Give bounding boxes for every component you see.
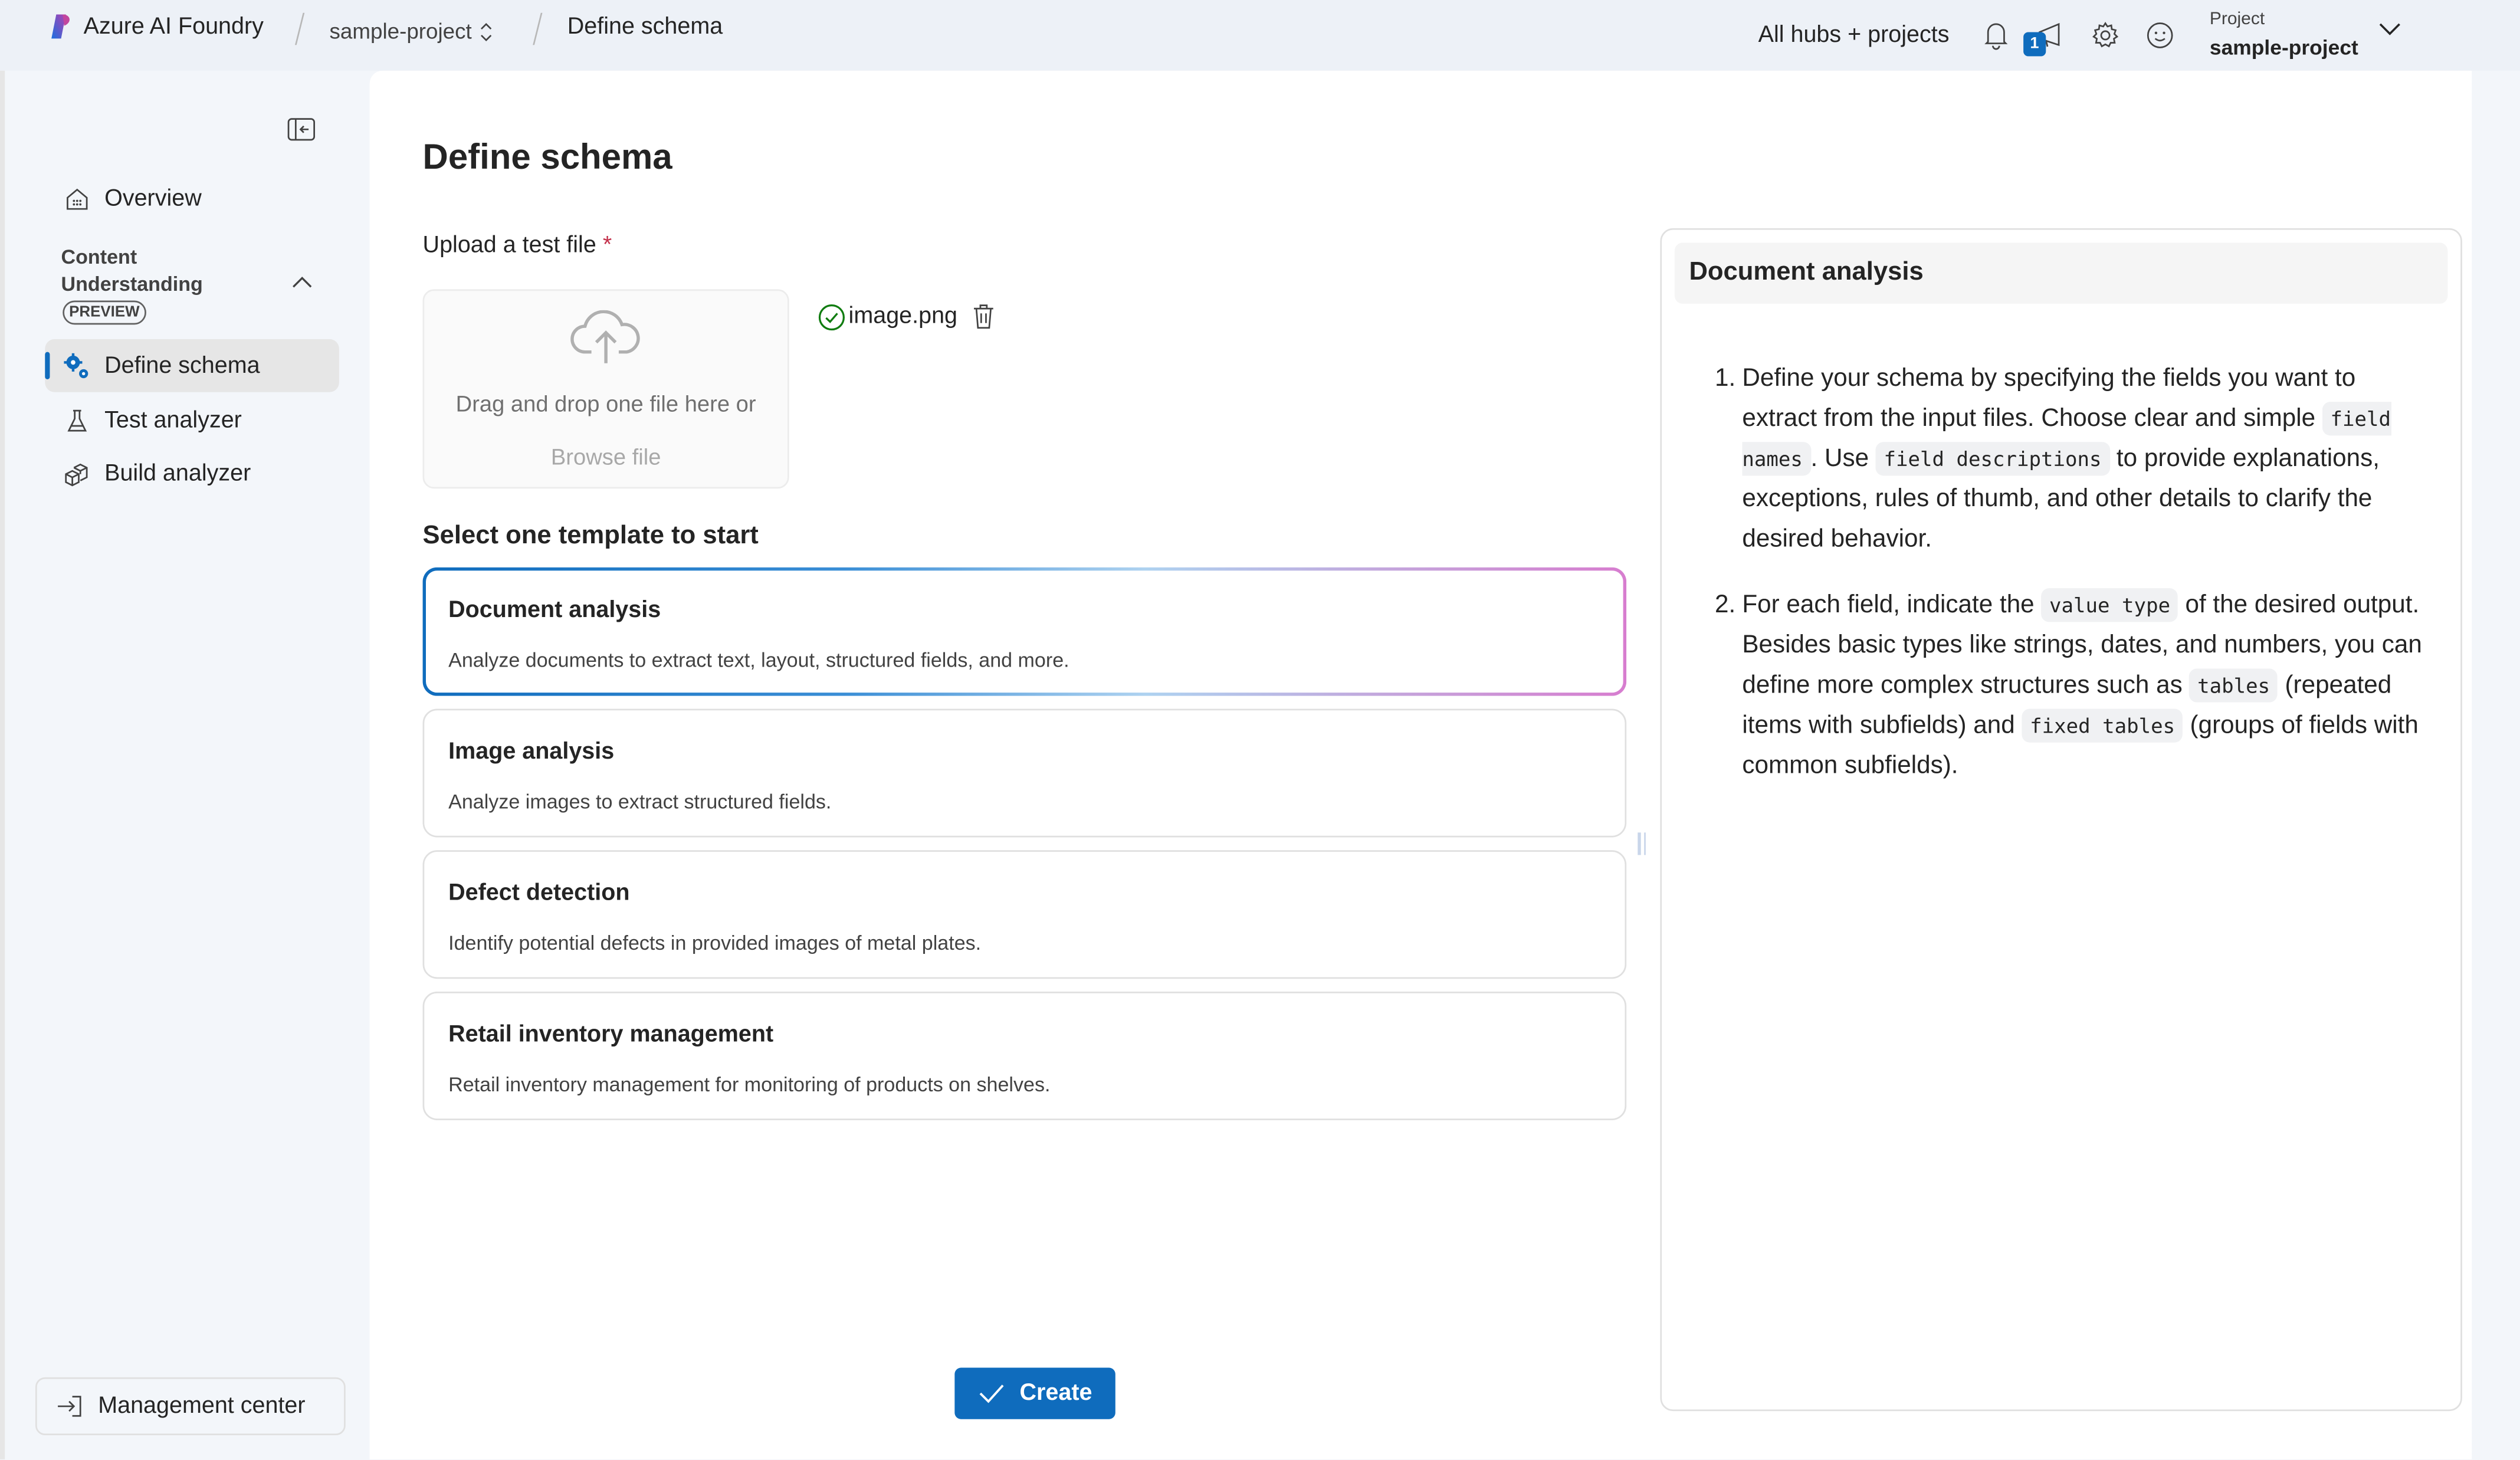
panel-resize-handle[interactable] [1638,832,1647,855]
sidebar-item-label: Define schema [104,353,260,379]
step-number: 2. [1715,591,1736,619]
inline-code: fixed tables [2022,708,2183,743]
uploaded-file-name: image.png [848,303,958,330]
all-hubs-projects-link[interactable]: All hubs + projects [1758,22,1950,48]
help-panel: Document analysis 1. Define your schema b… [1660,228,2462,1412]
sidebar-item-label: Overview [104,185,202,212]
check-circle-icon [818,303,845,330]
page-title: Define schema [422,136,672,177]
feedback-button[interactable] [2142,18,2177,53]
sign-in-arrow-icon [58,1396,81,1417]
upload-label-text: Upload a test file [422,233,596,259]
uploaded-file: image.png [818,302,996,331]
template-card-defect-detection[interactable]: Defect detection Identify potential defe… [422,850,1627,979]
home-grid-icon [67,188,88,209]
sidebar: Overview Content Understanding PREVIEW D… [0,70,367,1459]
up-down-chevron-icon [480,22,491,41]
inline-code: field descriptions [1875,442,2110,476]
main-content: Define schema Upload a test file * Drag … [369,70,2472,1459]
gears-icon [64,352,88,378]
smiley-icon [2147,22,2173,48]
template-description: Analyze images to extract structured fie… [448,790,832,813]
inline-code: value type [2041,588,2178,622]
template-title: Defect detection [448,881,630,907]
help-steps: 1. Define your schema by specifying the f… [1715,359,2433,812]
create-button-label: Create [1019,1380,1092,1406]
project-selector[interactable]: Project sample-project [2210,10,2358,61]
notification-badge: 1 [2023,32,2046,57]
checkmark-icon [980,1384,1005,1403]
step-text: . Use [1810,445,1876,473]
template-title: Image analysis [448,739,615,765]
breadcrumb-project[interactable]: sample-project [330,19,493,44]
help-panel-title: Document analysis [1689,258,1924,286]
upload-label: Upload a test file * [423,233,612,259]
breadcrumb-project-label: sample-project [329,19,472,44]
gear-icon [2092,22,2118,48]
template-description: Identify potential defects in provided i… [448,932,982,955]
azure-ai-foundry-logo-icon [51,14,70,39]
template-title: Retail inventory management [448,1022,774,1048]
bell-icon [1984,23,2008,50]
file-dropzone[interactable]: Drag and drop one file here or Browse fi… [422,289,789,489]
sidebar-item-label: Test analyzer [104,407,242,434]
project-selector-value: sample-project [2209,35,2358,60]
app-window: Azure AI Foundry sample-project Define s… [0,0,2520,1459]
help-panel-header: Document analysis [1674,242,2448,304]
browse-file-link[interactable]: Browse file [424,444,788,470]
template-card-document-analysis[interactable]: Document analysis Analyze documents to e… [423,567,1627,696]
chevron-down-icon[interactable] [2378,21,2404,37]
management-center-button[interactable]: Management center [35,1377,346,1435]
management-center-label: Management center [98,1393,306,1419]
top-right-actions: All hubs + projects 1 Project sample-pro… [1758,0,2404,71]
notifications-button[interactable] [1978,18,2014,53]
template-card-retail-inventory[interactable]: Retail inventory management Retail inven… [422,992,1627,1120]
announcements-button[interactable]: 1 [2023,18,2068,57]
help-step: 2. For each field, indicate the value typ… [1715,585,2433,786]
step-text: For each field, indicate the [1742,591,2042,619]
settings-button[interactable] [2088,18,2123,53]
brand-name: Azure AI Foundry [83,14,264,41]
top-bar: Azure AI Foundry sample-project Define s… [0,0,2520,71]
preview-badge: PREVIEW [63,300,146,325]
inline-code: tables [2189,668,2278,703]
breadcrumb-separator [294,12,305,45]
sidebar-item-test-analyzer[interactable]: Test analyzer [45,394,339,447]
template-description: Analyze documents to extract text, layou… [448,649,1069,672]
sidebar-item-define-schema[interactable]: Define schema [45,339,339,392]
create-button[interactable]: Create [954,1367,1115,1419]
required-mark: * [602,233,612,259]
template-description: Retail inventory management for monitori… [448,1073,1051,1097]
trash-icon [973,304,993,329]
template-title: Document analysis [448,598,661,624]
chevron-up-icon[interactable] [291,275,313,290]
help-step: 1. Define your schema by specifying the f… [1715,359,2433,560]
dropzone-text: Drag and drop one file here or [455,391,756,416]
template-card-image-analysis[interactable]: Image analysis Analyze images to extract… [422,708,1627,838]
templates-heading: Select one template to start [422,522,759,550]
delete-file-button[interactable] [970,302,996,331]
cubes-icon [65,462,88,485]
brand-link[interactable]: Azure AI Foundry [48,13,264,42]
collapse-sidebar-icon[interactable] [286,116,318,145]
sidebar-group-title[interactable]: Content Understanding [61,244,254,299]
breadcrumb-separator [533,12,543,45]
beaker-icon [67,409,87,431]
sidebar-item-label: Build analyzer [104,460,251,487]
sidebar-item-build-analyzer[interactable]: Build analyzer [45,447,339,500]
step-text: Define your schema by specifying the fie… [1742,365,2356,432]
step-number: 1. [1715,365,1736,392]
cloud-upload-icon [570,310,640,363]
project-selector-label: Project [2209,9,2265,29]
breadcrumb-current: Define schema [567,14,723,41]
sidebar-item-overview[interactable]: Overview [45,172,339,225]
